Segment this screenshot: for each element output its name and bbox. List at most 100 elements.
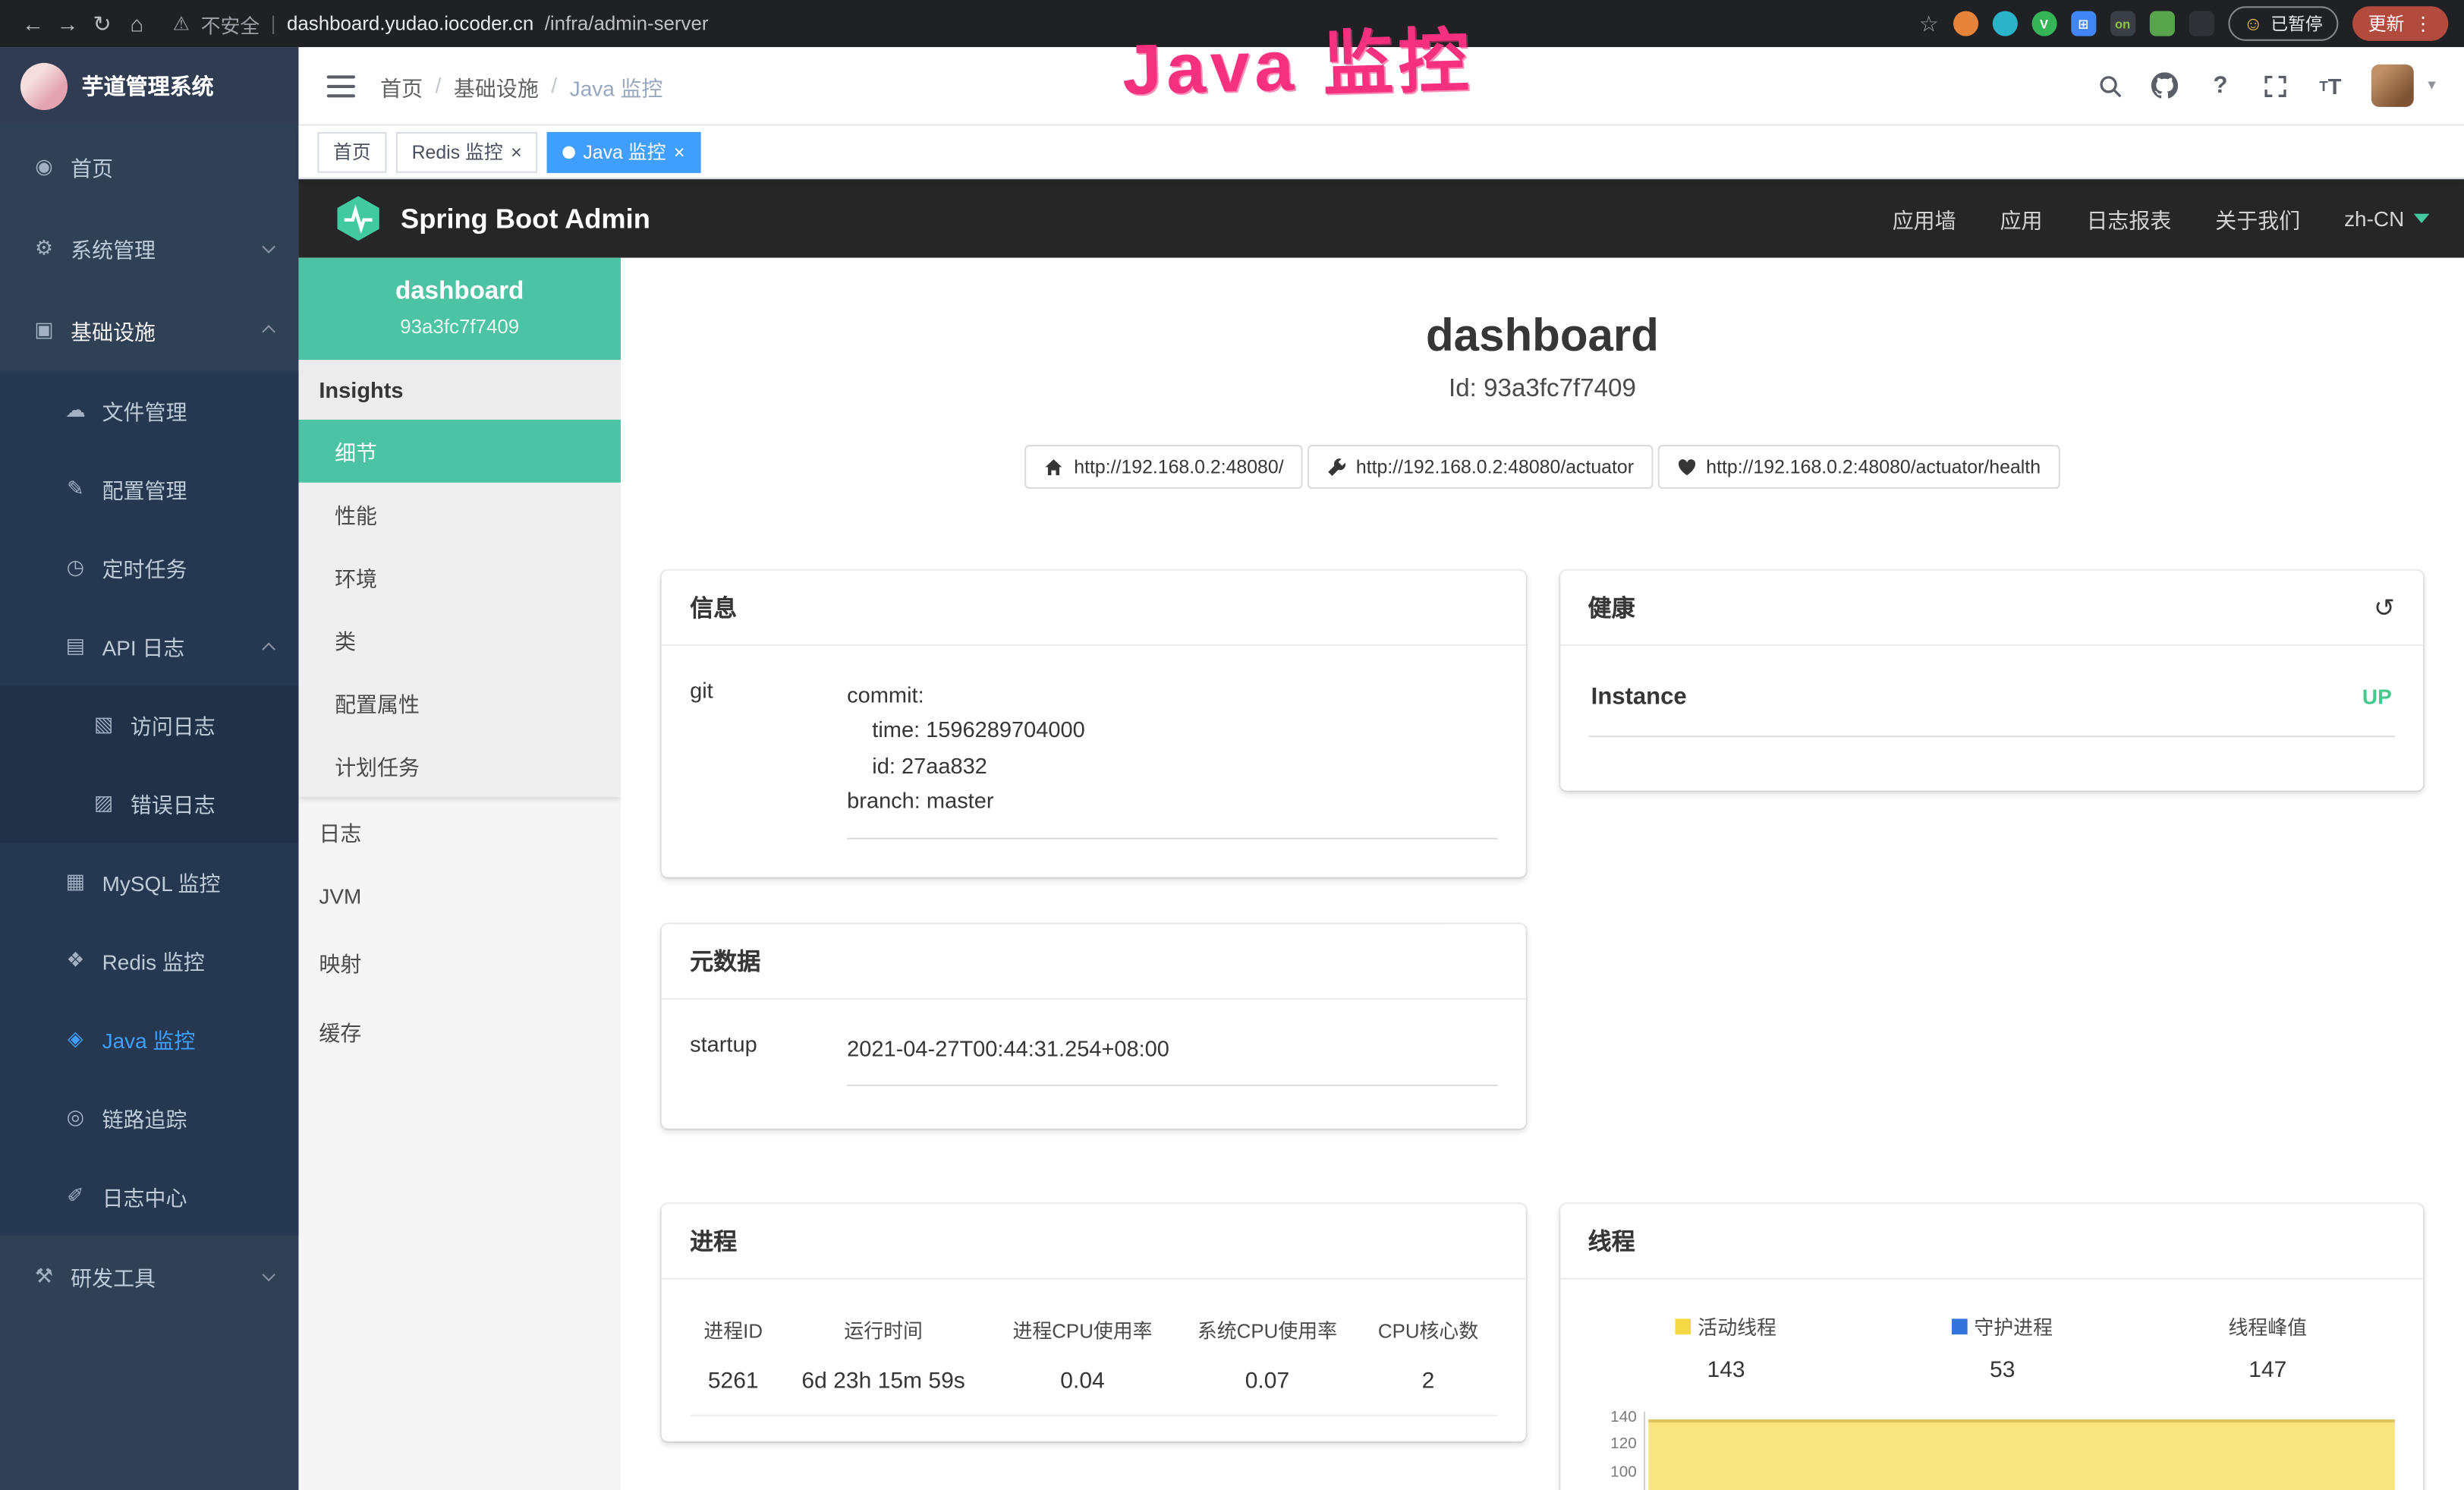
sba-header: Spring Boot Admin 应用墙 应用 日志报表 关于我们 zh-CN (298, 179, 2464, 258)
tab-redis[interactable]: Redis 监控 × (396, 131, 537, 172)
threads-legend: 活动线程 143 守护进程 53 线程峰值 (1588, 1305, 2395, 1384)
sidebar-item-files[interactable]: ☁ 文件管理 (0, 371, 298, 450)
instance-header[interactable]: dashboard 93a3fc7f7409 (298, 258, 621, 361)
health-instance-label: Instance (1591, 684, 1687, 710)
service-url-button[interactable]: http://192.168.0.2:48080/ (1025, 445, 1302, 489)
chevron-up-icon (262, 325, 275, 339)
sba-item-jvm[interactable]: JVM (298, 866, 621, 928)
collapse-menu-icon[interactable] (327, 74, 355, 96)
sba-item-metrics[interactable]: 性能 (298, 483, 621, 546)
document-icon: ▧ (91, 712, 116, 737)
health-card-title: 健康 (1588, 591, 1635, 624)
sidebar-item-infra[interactable]: ▣ 基础设施 (0, 289, 298, 371)
sidebar-item-api-logs[interactable]: ▤ API 日志 (0, 606, 298, 685)
eye-icon: ◎ (63, 1105, 88, 1130)
sidebar-item-log-center[interactable]: ✐ 日志中心 (0, 1157, 298, 1236)
active-threads-area (1647, 1419, 2395, 1490)
sba-item-config-props[interactable]: 配置属性 (298, 671, 621, 734)
url-path: /infra/admin-server (545, 13, 709, 35)
sba-item-logs[interactable]: 日志 (298, 797, 621, 866)
close-icon[interactable]: × (674, 142, 685, 161)
sba-nav-about[interactable]: 关于我们 (2215, 203, 2300, 234)
process-value: 5261 (690, 1353, 776, 1416)
reload-icon[interactable]: ↻ (85, 10, 120, 36)
health-url-button[interactable]: http://192.168.0.2:48080/actuator/health (1657, 445, 2060, 489)
history-icon[interactable]: ↺ (2374, 592, 2395, 623)
dashboard-icon: ◉ (31, 154, 56, 179)
sidebar-item-access-logs[interactable]: ▧ 访问日志 (0, 685, 298, 764)
sba-item-caches[interactable]: 缓存 (298, 997, 621, 1066)
search-icon[interactable] (2096, 71, 2124, 99)
sidebar-item-java[interactable]: ◈ Java 监控 (0, 1000, 298, 1079)
help-icon[interactable]: ? (2206, 71, 2234, 99)
font-size-icon[interactable]: TT (2316, 71, 2344, 99)
sba-item-scheduled-tasks[interactable]: 计划任务 (298, 734, 621, 797)
fullscreen-icon[interactable] (2261, 71, 2289, 99)
browser-update-button[interactable]: 更新 ⋮ (2352, 6, 2448, 41)
sidebar-item-error-logs[interactable]: ▨ 错误日志 (0, 764, 298, 843)
sba-item-details[interactable]: 细节 (298, 420, 621, 483)
screen: ← → ↻ ⌂ ⚠ 不安全 | dashboard.yudao.iocoder.… (0, 0, 2464, 1490)
actuator-url-button[interactable]: http://192.168.0.2:48080/actuator (1308, 445, 1653, 489)
sidebar-item-system[interactable]: ⚙ 系统管理 (0, 207, 298, 289)
sidebar-item-config[interactable]: ✎ 配置管理 (0, 449, 298, 528)
extension-3-icon[interactable]: V (2031, 11, 2056, 36)
sba-nav: 应用墙 应用 日志报表 关于我们 zh-CN (1893, 203, 2430, 234)
tab-home[interactable]: 首页 (317, 131, 386, 172)
sidebar-item-redis[interactable]: ❖ Redis 监控 (0, 921, 298, 1000)
kebab-menu-icon[interactable]: ⋮ (2414, 13, 2433, 35)
sidebar-item-home[interactable]: ◉ 首页 (0, 126, 298, 208)
breadcrumb-infra[interactable]: 基础设施 (454, 70, 539, 101)
instance-id: 93a3fc7f7409 (311, 316, 608, 338)
sba-nav-applications[interactable]: 应用 (2000, 203, 2043, 234)
sba-item-environment[interactable]: 环境 (298, 546, 621, 609)
sidebar-item-jobs[interactable]: ◷ 定时任务 (0, 528, 298, 607)
bookmark-star-icon[interactable]: ☆ (1919, 10, 1939, 36)
breadcrumb-home[interactable]: 首页 (380, 70, 423, 101)
extension-2-icon[interactable] (1992, 11, 2017, 36)
user-avatar[interactable] (2371, 65, 2414, 107)
sba-nav-wall[interactable]: 应用墙 (1893, 203, 1956, 234)
chart-plot-area (1647, 1412, 2395, 1490)
sidebar-item-mysql[interactable]: ▦ MySQL 监控 (0, 843, 298, 921)
forward-icon[interactable]: → (50, 11, 85, 36)
document-icon: ▨ (91, 791, 116, 816)
recording-paused-badge[interactable]: ☺ 已暂停 (2228, 6, 2339, 41)
chevron-up-icon (262, 642, 275, 656)
threads-chart: 140 120 100 (1588, 1412, 2395, 1490)
extension-1-icon[interactable] (1953, 11, 1978, 36)
extension-6-icon[interactable] (2149, 11, 2174, 36)
process-col-header: 进程CPU使用率 (990, 1305, 1175, 1353)
sba-item-classes[interactable]: 类 (298, 608, 621, 671)
sidebar-item-dev-tools[interactable]: ⚒ 研发工具 (0, 1236, 298, 1318)
back-icon[interactable]: ← (16, 11, 51, 36)
home-icon[interactable]: ⌂ (119, 11, 154, 36)
process-value: 6d 23h 15m 59s (776, 1353, 990, 1416)
threads-card: 线程 活动线程 143 守护进程 (1559, 1204, 2423, 1490)
tab-java[interactable]: Java 监控 × (547, 131, 700, 172)
active-threads-value: 143 (1676, 1358, 1776, 1383)
caret-down-icon[interactable]: ▾ (2428, 77, 2435, 94)
health-instance-row[interactable]: Instance UP (1588, 671, 2395, 737)
extension-5-icon[interactable]: on (2110, 11, 2135, 36)
breadcrumb-separator: / (551, 74, 557, 97)
annotation-text: Java 监控 (1121, 3, 1474, 115)
pencil-icon: ✐ (63, 1183, 88, 1208)
sba-brand-title: Spring Boot Admin (401, 202, 650, 235)
process-col-header: 系统CPU使用率 (1175, 1305, 1359, 1353)
info-card: 信息 git commit: time: 1596289704000 id: 2… (662, 571, 1525, 877)
address-bar[interactable]: ⚠ 不安全 | dashboard.yudao.iocoder.cn/infra… (173, 8, 1919, 38)
sba-item-mappings[interactable]: 映射 (298, 928, 621, 997)
sidebar-item-tracing[interactable]: ◎ 链路追踪 (0, 1079, 298, 1158)
browser-actions: ☆ V ⊞ on ☺ 已暂停 更新 ⋮ (1919, 6, 2449, 41)
close-icon[interactable]: × (511, 142, 522, 161)
locale-selector[interactable]: zh-CN (2344, 206, 2429, 230)
monitor-icon: ◈ (63, 1026, 88, 1051)
sba-nav-journal[interactable]: 日志报表 (2086, 203, 2171, 234)
wrench-icon (1326, 457, 1347, 477)
extension-4-icon[interactable]: ⊞ (2071, 11, 2096, 36)
extension-7-icon[interactable] (2189, 11, 2214, 36)
database-icon: ▦ (63, 869, 88, 894)
chevron-down-icon (262, 240, 275, 254)
github-icon[interactable] (2151, 71, 2179, 99)
